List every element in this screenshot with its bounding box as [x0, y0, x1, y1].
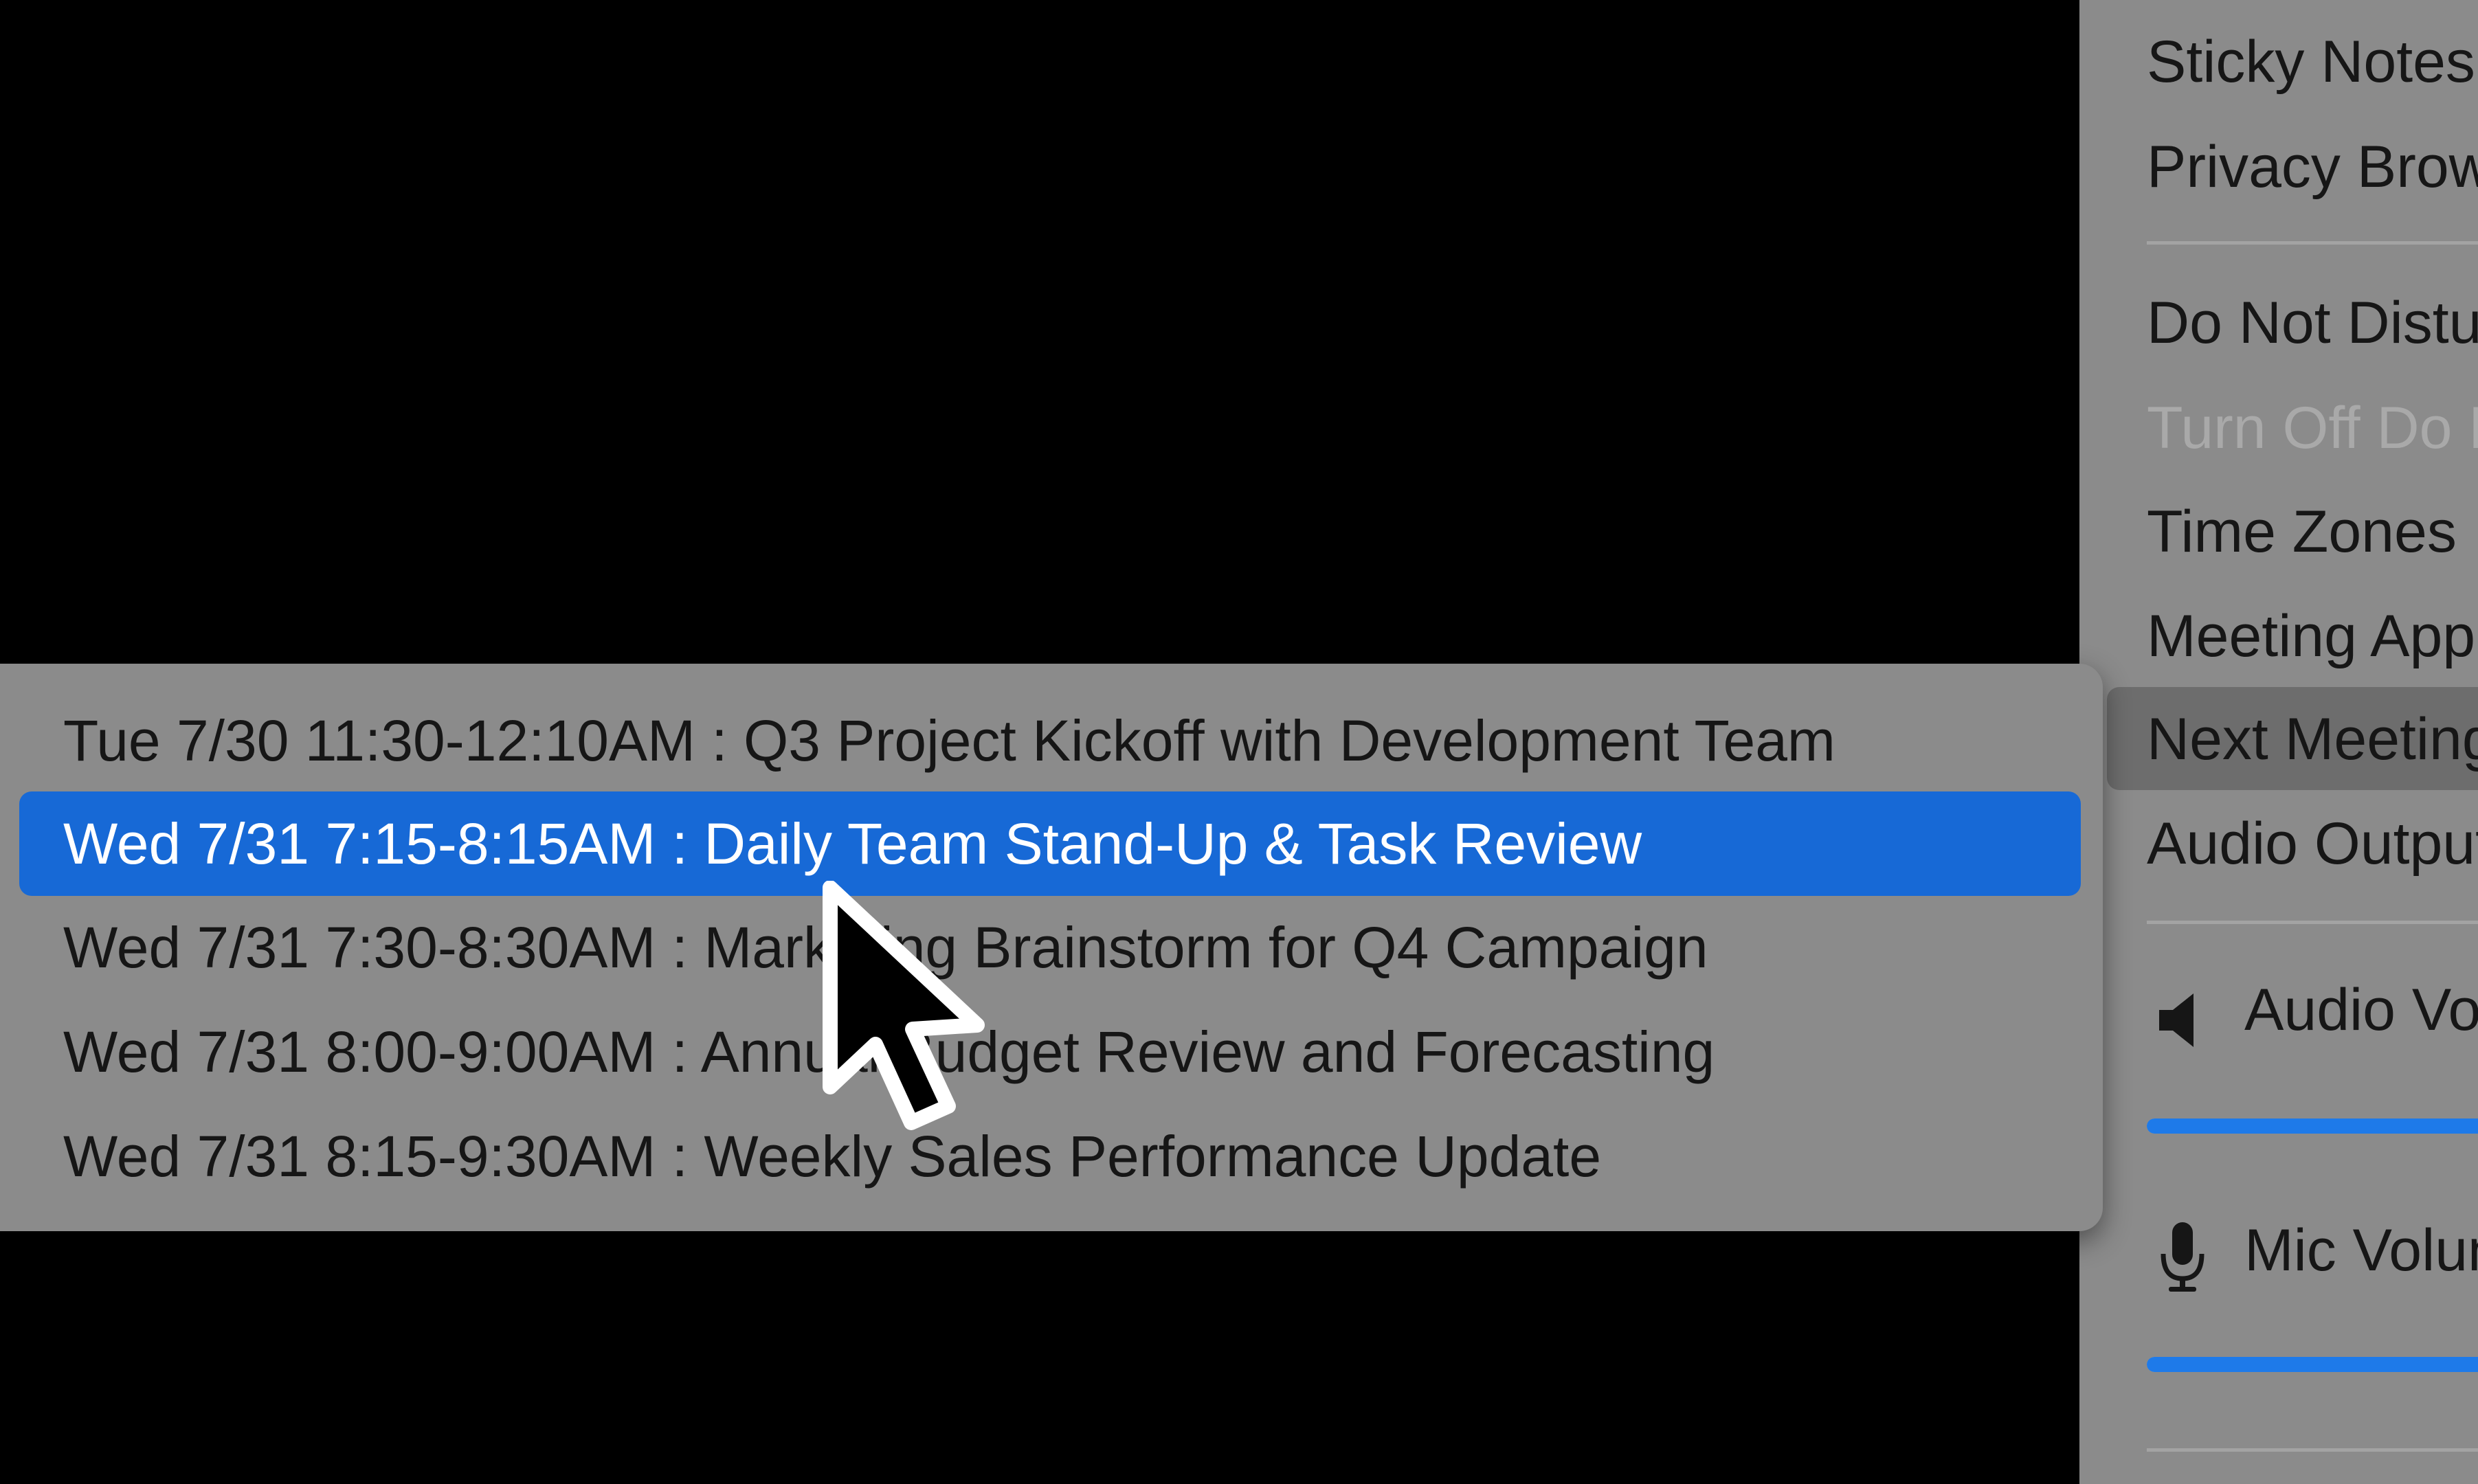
menu-item-privacy-browser[interactable]: Privacy Browser	[2147, 126, 2478, 208]
menu-separator	[2147, 241, 2478, 245]
mouse-cursor-icon	[818, 880, 996, 1142]
menu-item-do-not-disturb[interactable]: Do Not Disturb	[2147, 282, 2478, 364]
audio-volume-fill	[2147, 1118, 2478, 1134]
menu-separator	[2147, 921, 2478, 924]
meeting-item[interactable]: Wed 7/31 7:30-8:30AM : Marketing Brainst…	[19, 895, 2081, 1000]
meeting-item-selected[interactable]: Wed 7/31 7:15-8:15AM : Daily Team Stand-…	[19, 791, 2081, 896]
meeting-item[interactable]: Wed 7/31 8:00-9:00AM : Annual Budget Rev…	[19, 1000, 2081, 1104]
mic-volume-fill	[2147, 1357, 2478, 1372]
main-menu: Sticky Notes Privacy Browser Do Not Dist…	[2079, 0, 2478, 1484]
menu-item-audio-output[interactable]: Audio Output	[2147, 802, 2478, 885]
menu-item-sticky-notes[interactable]: Sticky Notes	[2147, 21, 2475, 103]
mic-volume-slider[interactable]	[2147, 1357, 2478, 1372]
menu-item-meeting-app[interactable]: Meeting App	[2147, 595, 2475, 677]
speaker-icon	[2155, 989, 2203, 1055]
microphone-icon	[2156, 1219, 2209, 1298]
menu-item-next-meeting[interactable]: Next Meeting	[2147, 698, 2478, 780]
meeting-item[interactable]: Wed 7/31 8:15-9:30AM : Weekly Sales Perf…	[19, 1104, 2081, 1208]
audio-volume-label: Audio Volume	[2244, 977, 2478, 1043]
menu-separator	[2147, 1448, 2478, 1452]
mic-volume-label: Mic Volume	[2244, 1217, 2478, 1283]
menu-item-turn-off-dnd: Turn Off Do Not Disturb	[2147, 395, 2478, 461]
audio-volume-slider[interactable]	[2147, 1118, 2478, 1134]
next-meeting-submenu: Tue 7/30 11:30-12:10AM : Q3 Project Kick…	[0, 664, 2103, 1231]
menu-item-time-zones[interactable]: Time Zones	[2147, 491, 2457, 573]
screen: Sticky Notes Privacy Browser Do Not Dist…	[0, 0, 2478, 1484]
meeting-item[interactable]: Tue 7/30 11:30-12:10AM : Q3 Project Kick…	[19, 688, 2081, 793]
